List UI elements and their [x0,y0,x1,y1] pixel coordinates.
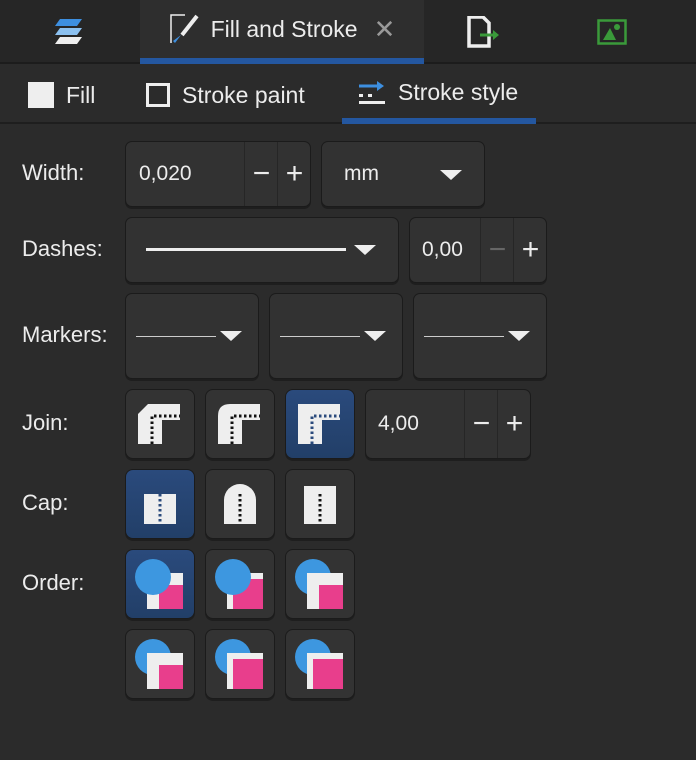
dashes-label: Dashes: [22,236,103,261]
tab-stroke-style[interactable]: Stroke style [342,66,536,124]
marker-preview [424,336,504,337]
chevron-down-icon [220,331,242,341]
stroke-style-icon [359,81,385,104]
unit-dropdown[interactable]: mm [321,141,485,207]
miter-limit-value[interactable]: 4,00 [378,412,419,436]
tab-label: Fill [66,81,96,108]
end-marker-dropdown[interactable] [413,293,547,379]
join-round-button[interactable] [205,389,275,459]
tab-title: Fill and Stroke [210,15,358,42]
order-label: Order: [22,570,85,595]
tab-stroke-paint[interactable]: Stroke paint [146,66,305,124]
mid-marker-dropdown[interactable] [269,293,403,379]
decrement-button[interactable]: − [480,218,514,282]
cap-square-button[interactable] [285,469,355,539]
dash-pattern-dropdown[interactable] [125,217,399,283]
paint-order-icon [215,639,263,689]
decrement-button[interactable]: − [244,142,278,206]
paint-order-icon [215,559,263,609]
paint-order-icon [135,639,183,689]
order-markers-fill-stroke-button[interactable] [125,629,195,699]
marker-preview [280,336,360,337]
miter-limit-spinbox[interactable]: 4,00 − + [365,389,531,459]
butt-cap-icon [144,494,176,524]
paint-order-icon [295,639,343,689]
start-marker-dropdown[interactable] [125,293,259,379]
paint-order-icon [295,559,343,609]
join-label: Join: [22,410,69,435]
paint-order-icon [135,559,183,609]
round-cap-icon [224,484,256,524]
solid-line-preview [146,248,346,251]
join-miter-button[interactable] [285,389,355,459]
chevron-down-icon [508,331,530,341]
order-stroke-fill-markers-button[interactable] [205,549,275,619]
chevron-down-icon [364,331,386,341]
join-bevel-button[interactable] [125,389,195,459]
order-stroke-markers-fill-button[interactable] [205,629,275,699]
export-icon [467,16,499,48]
layers-icon [55,19,82,44]
stroke-paint-icon [146,83,170,107]
layers-tab[interactable] [0,0,140,64]
fill-icon [28,82,54,108]
order-markers-stroke-fill-button[interactable] [285,629,355,699]
increment-button[interactable]: + [513,218,547,282]
export-tab[interactable] [424,0,544,64]
increment-button[interactable]: + [497,390,531,458]
width-label: Width: [22,160,85,185]
dash-offset-spinbox[interactable]: 0,00 − + [409,217,547,283]
width-spinbox[interactable]: 0,020 − + [125,141,311,207]
cap-butt-button[interactable] [125,469,195,539]
width-value[interactable]: 0,020 [139,162,192,186]
dash-offset-value[interactable]: 0,00 [422,238,463,262]
square-cap-icon [304,486,336,524]
marker-preview [136,336,216,337]
tab-label: Stroke paint [182,81,305,108]
decrement-button[interactable]: − [464,390,498,458]
bevel-join-icon [138,404,180,444]
cap-round-button[interactable] [205,469,275,539]
paintbrush-icon [169,14,199,43]
image-icon [597,19,627,45]
miter-join-icon [298,404,340,444]
close-icon[interactable]: ✕ [374,14,396,45]
tab-fill-and-stroke[interactable]: Fill and Stroke ✕ [140,0,424,64]
order-fill-stroke-markers-button[interactable] [125,549,195,619]
tab-fill[interactable]: Fill [28,66,95,124]
dock-tab-bar: Fill and Stroke ✕ [0,0,696,64]
chevron-down-icon [354,245,376,255]
stroke-subtabs: Fill Stroke paint Stroke style [0,66,696,124]
unit-value: mm [344,162,379,185]
increment-button[interactable]: + [277,142,311,206]
cap-label: Cap: [22,490,69,515]
order-fill-markers-stroke-button[interactable] [285,549,355,619]
image-tab[interactable] [544,0,680,64]
tab-label: Stroke style [398,78,519,105]
markers-label: Markers: [22,322,108,347]
chevron-down-icon [440,170,462,180]
round-join-icon [218,404,260,444]
